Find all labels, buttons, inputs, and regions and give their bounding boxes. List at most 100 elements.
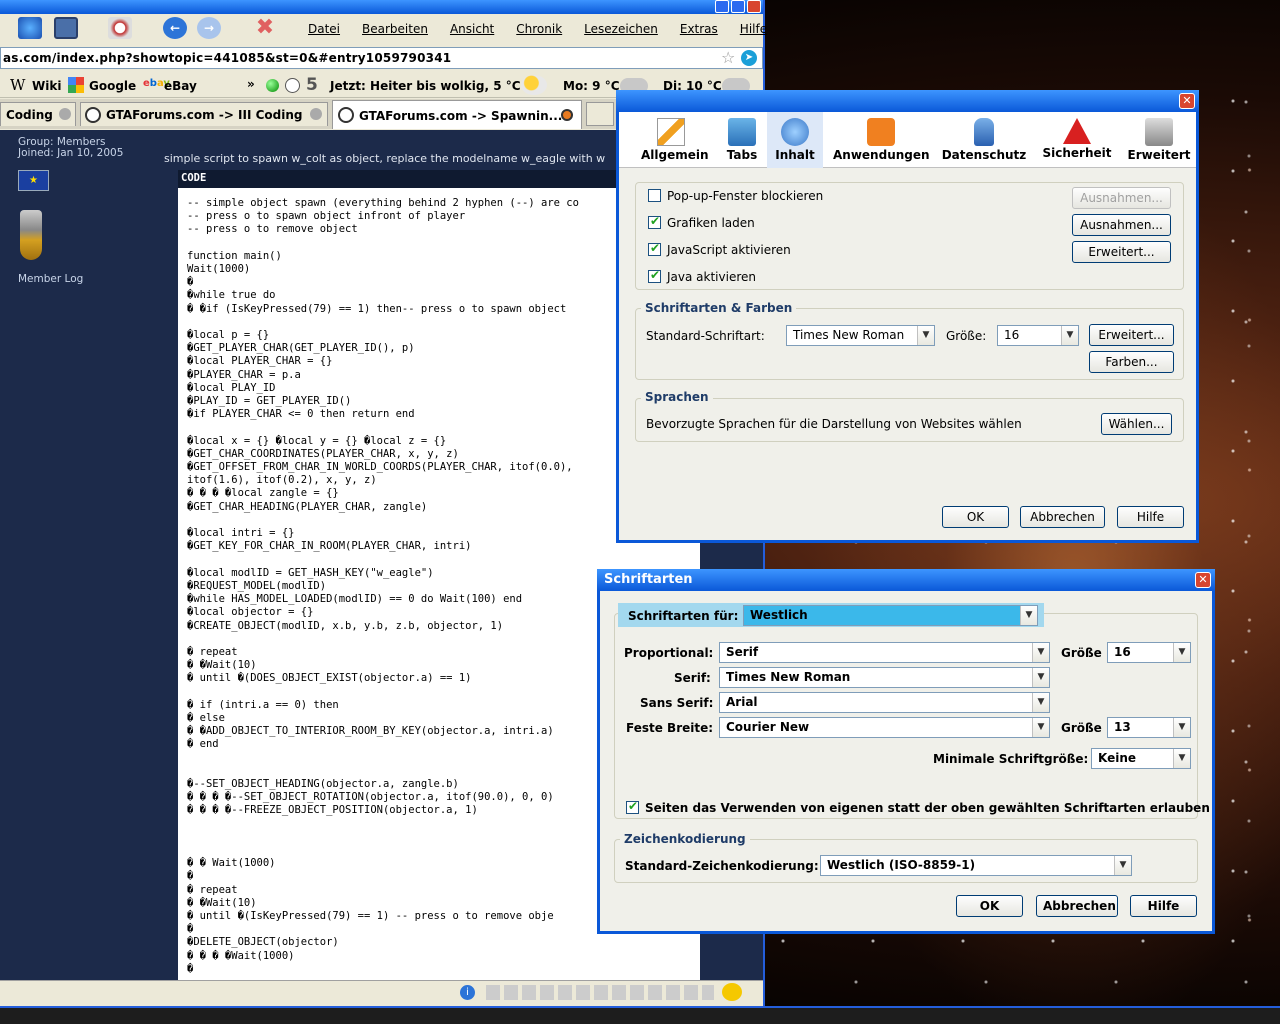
mono-size-select[interactable]: 13 ▼ xyxy=(1107,717,1191,738)
bookmarks-more-button[interactable]: » xyxy=(247,77,255,91)
allow-fonts-checkbox[interactable] xyxy=(626,799,639,814)
weather-now[interactable]: Jetzt: Heiter bis wolkig, 5 °C xyxy=(330,79,521,93)
title-minimize-button[interactable] xyxy=(715,0,729,13)
bookmark-google[interactable]: Google xyxy=(89,79,136,93)
eu-flag-icon: ★ xyxy=(18,170,49,191)
menu-item-2[interactable]: Ansicht xyxy=(450,22,494,38)
tab-label: Erweitert xyxy=(1127,148,1191,162)
chevron-down-icon: ▼ xyxy=(1032,643,1049,662)
tab-label: Anwendungen xyxy=(833,148,930,162)
rss-icon xyxy=(867,118,895,146)
encoding-select[interactable]: Westlich (ISO-8859-1) ▼ xyxy=(820,855,1132,876)
post-text: simple script to spawn w_colt as object,… xyxy=(164,152,606,165)
prop-size-select[interactable]: 16 ▼ xyxy=(1107,642,1191,663)
tab-close-icon[interactable] xyxy=(310,108,322,120)
chevron-down-icon: ▼ xyxy=(1173,749,1190,768)
java-checkbox[interactable] xyxy=(648,268,661,283)
monospace-value: Courier New xyxy=(726,720,810,734)
colors-button[interactable]: Farben... xyxy=(1089,351,1174,373)
weather-mo[interactable]: Mo: 9 °C xyxy=(563,79,620,93)
prefs-close-button[interactable]: ✕ xyxy=(1179,93,1195,109)
fonts-cancel-button[interactable]: Abbrechen xyxy=(1036,895,1118,917)
serif-value: Times New Roman xyxy=(726,670,851,684)
monospace-select[interactable]: Courier New ▼ xyxy=(719,717,1050,738)
prefs-ok-button[interactable]: OK xyxy=(942,506,1009,528)
firefox-icon[interactable] xyxy=(18,17,42,39)
menu-item-5[interactable]: Extras xyxy=(680,22,718,38)
prefs-help-button[interactable]: Hilfe xyxy=(1117,506,1184,528)
sans-serif-value: Arial xyxy=(726,695,758,709)
javascript-advanced-button[interactable]: Erweitert... xyxy=(1072,241,1171,263)
bookmark-ebay[interactable]: eBay xyxy=(164,79,197,93)
advanced-icon xyxy=(1145,118,1173,146)
fonts-dialog: Schriftarten ✕ Schriftarten für: Westlic… xyxy=(597,569,1215,934)
languages-title: Sprachen xyxy=(641,390,713,404)
prop-size-value: 16 xyxy=(1114,645,1131,659)
info-icon[interactable]: i xyxy=(460,985,475,1000)
weather-count: 5 xyxy=(306,75,318,95)
tab-coding[interactable]: Coding xyxy=(0,102,76,126)
back-arrow-icon[interactable]: ← xyxy=(163,17,187,39)
title-close-button[interactable] xyxy=(747,0,761,13)
menu-item-1[interactable]: Bearbeiten xyxy=(362,22,428,38)
stop-icon[interactable]: ✖ xyxy=(253,17,277,39)
fonts-advanced-button[interactable]: Erweitert... xyxy=(1089,324,1174,346)
fonts-help-button[interactable]: Hilfe xyxy=(1130,895,1197,917)
popup-checkbox[interactable] xyxy=(648,189,661,202)
popup-exceptions-button[interactable]: Ausnahmen... xyxy=(1072,187,1171,209)
menu-item-4[interactable]: Lesezeichen xyxy=(584,22,658,38)
images-checkbox[interactable] xyxy=(648,214,661,229)
menu-item-3[interactable]: Chronik xyxy=(516,22,562,38)
images-exceptions-button[interactable]: Ausnahmen... xyxy=(1072,214,1171,236)
languages-text: Bevorzugte Sprachen für die Darstellung … xyxy=(646,417,1022,431)
fonts-titlebar: Schriftarten ✕ xyxy=(597,569,1215,591)
prefs-cancel-button[interactable]: Abbrechen xyxy=(1020,506,1105,528)
forward-arrow-icon[interactable]: → xyxy=(197,17,221,39)
fonts-close-button[interactable]: ✕ xyxy=(1195,572,1211,588)
menu-item-6[interactable]: Hilfe xyxy=(740,22,767,38)
tab-spawning[interactable]: GTAForums.com -> Spawnin... xyxy=(332,100,582,129)
screenshot-icon[interactable] xyxy=(108,17,132,39)
url-bar[interactable]: as.com/index.php?showtopic=441085&st=0&#… xyxy=(0,47,763,69)
sans-serif-select[interactable]: Arial ▼ xyxy=(719,692,1050,713)
fonts-ok-button[interactable]: OK xyxy=(956,895,1023,917)
bookmark-star-icon[interactable]: ☆ xyxy=(721,48,735,67)
min-size-select[interactable]: Keine ▼ xyxy=(1091,748,1191,769)
go-icon[interactable]: ➤ xyxy=(741,50,757,66)
tab-label: GTAForums.com -> III Coding xyxy=(106,108,303,122)
serif-select[interactable]: Times New Roman ▼ xyxy=(719,667,1050,688)
javascript-checkbox[interactable] xyxy=(648,241,661,256)
font-size-select[interactable]: 16 ▼ xyxy=(997,325,1079,346)
title-maximize-button[interactable] xyxy=(731,0,745,13)
prefs-tab-datenschutz[interactable]: Datenschutz xyxy=(939,118,1029,162)
prefs-tab-anwendungen[interactable]: Anwendungen xyxy=(833,118,930,162)
prefs-tab-sicherheit[interactable]: Sicherheit xyxy=(1039,118,1115,160)
serif-label: Serif: xyxy=(674,671,711,685)
save-icon[interactable] xyxy=(54,17,78,39)
prefs-tab-inhalt[interactable]: Inhalt xyxy=(767,112,823,168)
chevron-down-icon: ▼ xyxy=(1032,718,1049,737)
prefs-tab-allgemein[interactable]: Allgemein xyxy=(641,118,709,162)
clock-icon xyxy=(285,78,300,93)
addon-icon[interactable] xyxy=(722,983,742,1001)
fonts-for-value: Westlich xyxy=(750,608,808,622)
default-font-select[interactable]: Times New Roman ▼ xyxy=(786,325,935,346)
prefs-tab-erweitert[interactable]: Erweitert xyxy=(1124,118,1194,162)
proportional-select[interactable]: Serif ▼ xyxy=(719,642,1050,663)
menu-item-0[interactable]: Datei xyxy=(308,22,340,38)
tab-close-icon[interactable] xyxy=(561,109,573,121)
tab-iii-coding[interactable]: GTAForums.com -> III Coding xyxy=(80,102,328,126)
member-joined: Joined: Jan 10, 2005 xyxy=(18,147,124,159)
media-controls-icon[interactable] xyxy=(486,985,714,1000)
bookmark-wiki[interactable]: Wiki xyxy=(32,79,61,93)
encoding-value: Westlich (ISO-8859-1) xyxy=(827,858,976,872)
code-line: � � � �Wait(1000) xyxy=(187,949,295,962)
new-tab-icon[interactable] xyxy=(586,102,614,126)
images-label: Grafiken laden xyxy=(667,216,755,230)
fonts-for-select[interactable]: Westlich ▼ xyxy=(743,605,1038,626)
choose-languages-button[interactable]: Wählen... xyxy=(1101,413,1172,435)
chevron-down-icon: ▼ xyxy=(1032,693,1049,712)
prefs-tab-tabs[interactable]: Tabs xyxy=(712,118,772,162)
member-log-link[interactable]: Member Log xyxy=(18,273,83,285)
tab-close-icon[interactable] xyxy=(59,108,71,120)
